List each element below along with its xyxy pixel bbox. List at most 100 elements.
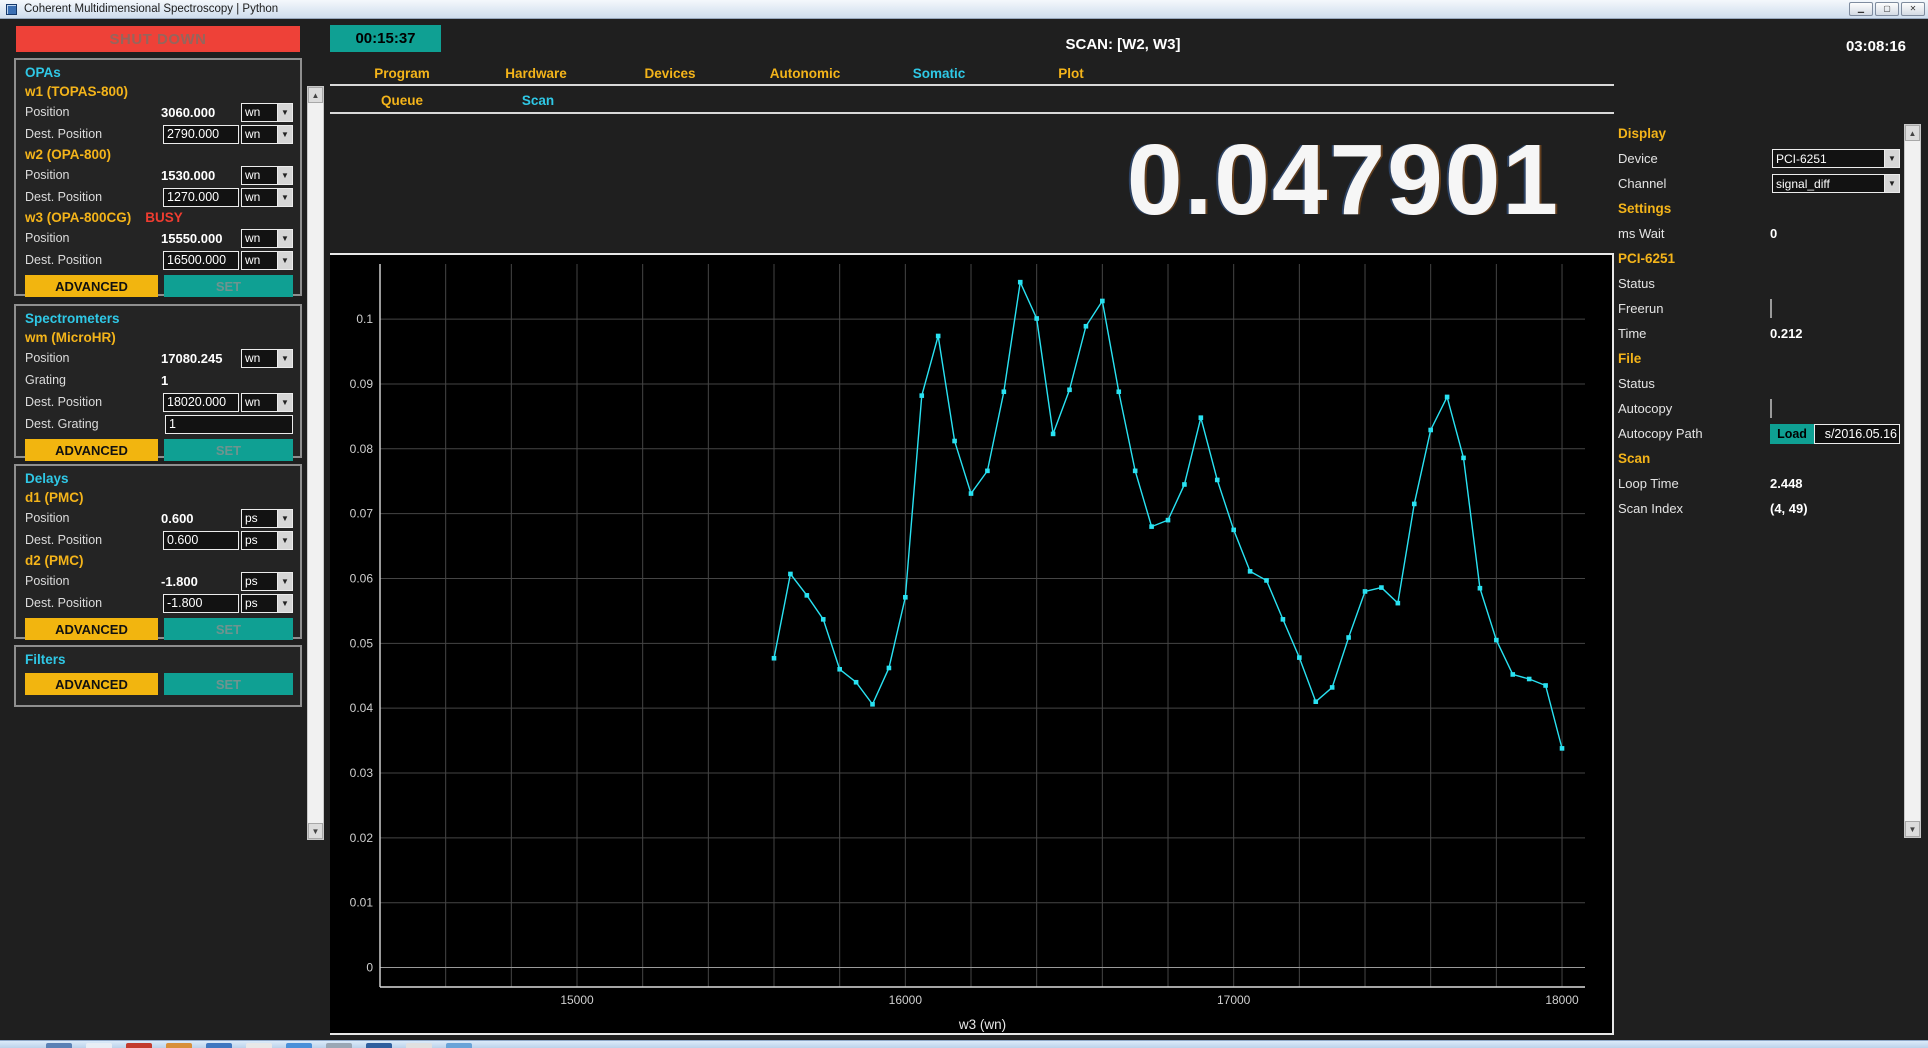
delays-advanced-button[interactable]: ADVANCED [25,618,158,640]
freerun-checkbox[interactable] [1770,299,1772,318]
spectrometers-advanced-button[interactable]: ADVANCED [25,439,158,461]
freerun-label: Freerun [1618,301,1770,316]
svg-text:0.06: 0.06 [350,571,374,585]
filters-advanced-button[interactable]: ADVANCED [25,673,158,695]
channel-dropdown[interactable]: signal_diff ▼ [1772,174,1900,193]
autocopy-path-input[interactable] [1814,424,1900,444]
dest-position-label: Dest. Position [25,533,163,547]
chevron-down-icon: ▼ [277,252,292,269]
d2-dest-input[interactable] [163,594,239,613]
grating-label: Grating [25,373,161,387]
d2-units-dropdown[interactable]: ps ▼ [241,572,293,591]
tab-scan[interactable]: Scan [522,93,554,108]
scan-section-title: Scan [1618,446,1900,471]
w3-units-dropdown[interactable]: wn ▼ [241,229,293,248]
autocopy-path-row: Autocopy Path Load [1618,421,1900,446]
opas-set-button[interactable]: SET [164,275,293,297]
position-label: Position [25,231,161,245]
taskbar-icon[interactable] [206,1043,232,1048]
main-scrollbar[interactable]: ▲ ▼ [307,86,324,840]
tab-plot[interactable]: Plot [1058,66,1084,81]
scroll-up-icon[interactable]: ▲ [1905,125,1920,141]
ms-wait-value: 0 [1770,226,1900,241]
position-label: Position [25,574,161,588]
wm-units-dropdown[interactable]: wn ▼ [241,349,293,368]
scroll-down-icon[interactable]: ▼ [1905,821,1920,837]
w1-dest-input[interactable] [163,125,239,144]
svg-text:0.02: 0.02 [350,831,374,845]
position-label: Position [25,168,161,182]
taskbar-icon[interactable] [326,1043,352,1048]
scroll-up-icon[interactable]: ▲ [308,87,323,103]
load-button[interactable]: Load [1770,424,1814,444]
loop-time-row: Loop Time 2.448 [1618,471,1900,496]
w1-units-dropdown[interactable]: wn ▼ [241,103,293,122]
w3-busy-badge: BUSY [145,210,183,225]
opas-advanced-button[interactable]: ADVANCED [25,275,158,297]
svg-text:w3 (wn): w3 (wn) [958,1017,1006,1032]
svg-text:16000: 16000 [889,993,923,1007]
settings-scrollbar[interactable]: ▲ ▼ [1904,124,1921,838]
channel-label: Channel [1618,176,1770,191]
scroll-down-icon[interactable]: ▼ [308,823,323,839]
ms-wait-label: ms Wait [1618,226,1770,241]
device-dropdown[interactable]: PCI-6251 ▼ [1772,149,1900,168]
taskbar-icon[interactable] [246,1043,272,1048]
w2-position-value: 1530.000 [161,168,239,183]
w1-dest-units-dropdown[interactable]: wn ▼ [241,125,293,144]
close-icon[interactable]: ✕ [1901,2,1925,16]
delays-title: Delays [16,469,300,488]
d2-dest-units-dropdown[interactable]: ps ▼ [241,594,293,613]
scan-index-row: Scan Index (4, 49) [1618,496,1900,521]
file-status-label: Status [1618,376,1770,391]
w2-dest-units-dropdown[interactable]: wn ▼ [241,188,293,207]
taskbar-icon[interactable] [86,1043,112,1048]
chevron-down-icon: ▼ [1884,150,1899,167]
w2-dest-input[interactable] [163,188,239,207]
elapsed-timer: 00:15:37 [330,25,441,52]
d1-dest-units-dropdown[interactable]: ps ▼ [241,531,293,550]
wm-dest-input[interactable] [163,393,239,412]
wm-dest-units-dropdown[interactable]: wn ▼ [241,393,293,412]
w3-dest-row: Dest. Position wn ▼ [16,249,300,271]
signal-readout: 0.047901 [1127,130,1560,230]
autocopy-path-label: Autocopy Path [1618,426,1770,441]
shutdown-button[interactable]: SHUT DOWN [16,26,300,52]
taskbar-icon[interactable] [166,1043,192,1048]
taskbar-icon[interactable] [446,1043,472,1048]
delays-set-button[interactable]: SET [164,618,293,640]
autocopy-checkbox[interactable] [1770,399,1772,418]
d1-dest-input[interactable] [163,531,239,550]
d1-units-dropdown[interactable]: ps ▼ [241,509,293,528]
chevron-down-icon: ▼ [277,189,292,206]
tab-program[interactable]: Program [374,66,430,81]
tab-autonomic[interactable]: Autonomic [770,66,841,81]
taskbar-icon[interactable] [126,1043,152,1048]
w2-units-dropdown[interactable]: wn ▼ [241,166,293,185]
w3-dest-units-dropdown[interactable]: wn ▼ [241,251,293,270]
w3-dest-input[interactable] [163,251,239,270]
taskbar-icon[interactable] [366,1043,392,1048]
wm-grating-row: Grating 1 [16,369,300,391]
taskbar-icon[interactable] [406,1043,432,1048]
loop-time-label: Loop Time [1618,476,1770,491]
titlebar[interactable]: Coherent Multidimensional Spectroscopy |… [0,0,1928,19]
taskbar-icon[interactable] [286,1043,312,1048]
position-label: Position [25,105,161,119]
application-window: Coherent Multidimensional Spectroscopy |… [0,0,1928,1048]
spectrometers-set-button[interactable]: SET [164,439,293,461]
filters-set-button[interactable]: SET [164,673,293,695]
scan-index-value: (4, 49) [1770,501,1900,516]
wm-dest-grating-input[interactable] [165,415,293,434]
maximize-icon[interactable]: ▢ [1875,2,1899,16]
tab-somatic[interactable]: Somatic [913,66,966,81]
taskbar[interactable] [0,1040,1928,1048]
minimize-icon[interactable]: ▁ [1849,2,1873,16]
tab-devices[interactable]: Devices [644,66,695,81]
svg-text:0.1: 0.1 [356,312,373,326]
tab-hardware[interactable]: Hardware [505,66,567,81]
tab-queue[interactable]: Queue [381,93,423,108]
dest-grating-label: Dest. Grating [25,417,165,431]
ms-wait-row: ms Wait 0 [1618,221,1900,246]
taskbar-icon[interactable] [46,1043,72,1048]
